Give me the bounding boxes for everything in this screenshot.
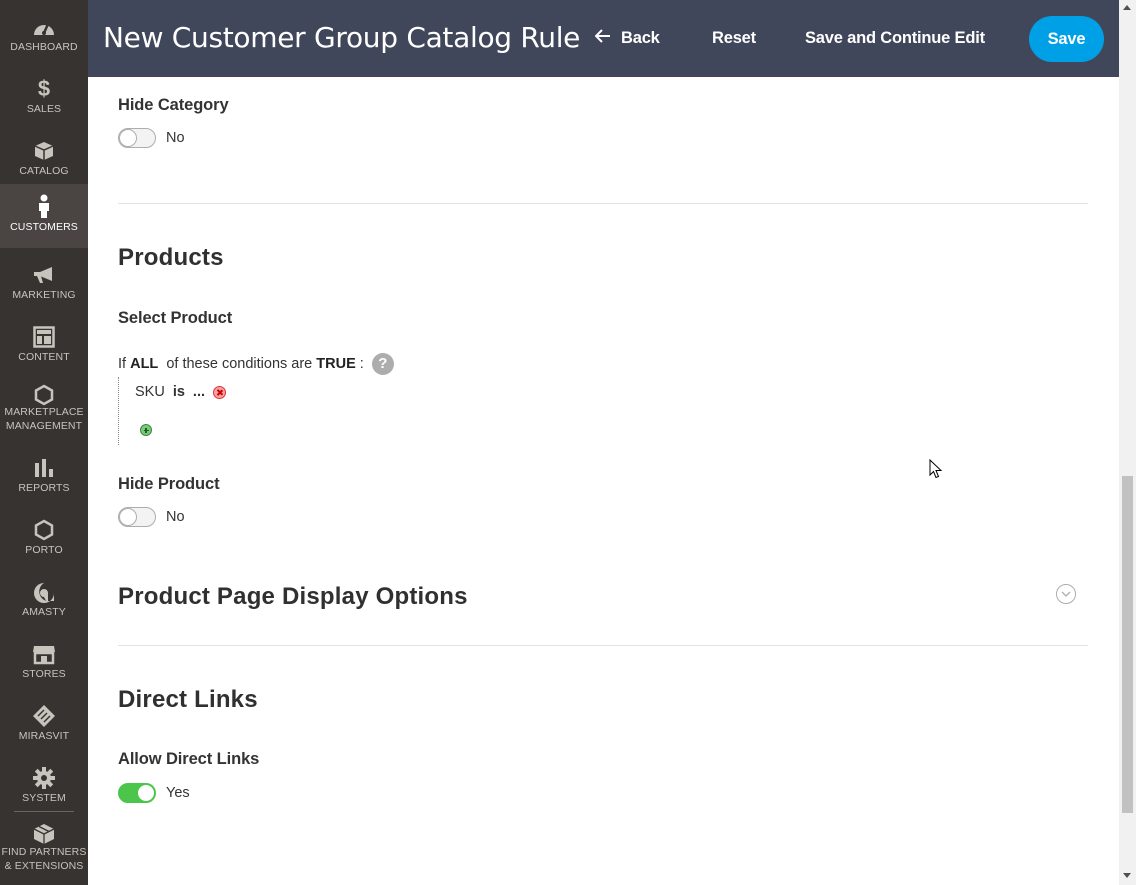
- save-and-continue-button[interactable]: Save and Continue Edit: [805, 26, 985, 50]
- allow-direct-links-field: Yes: [118, 783, 190, 803]
- allow-direct-links-toggle[interactable]: [118, 783, 156, 803]
- gear-icon: [0, 766, 88, 790]
- sidebar-item-find-partners[interactable]: FIND PARTNERS & EXTENSIONS: [0, 818, 88, 882]
- sidebar-item-label: FIND PARTNERS & EXTENSIONS: [1, 846, 87, 872]
- scroll-up-arrow-icon[interactable]: [1123, 5, 1131, 10]
- condition-value[interactable]: ...: [193, 382, 205, 402]
- sidebar-item-label: CATALOG: [19, 165, 69, 177]
- select-product-label: Select Product: [118, 309, 233, 327]
- hide-product-label: Hide Product: [118, 475, 220, 493]
- reset-button[interactable]: Reset: [712, 26, 756, 50]
- person-icon: [0, 194, 88, 218]
- allow-direct-links-label: Allow Direct Links: [118, 750, 260, 768]
- conditions-aggregator[interactable]: ALL: [130, 354, 158, 374]
- sidebar-item-label: DASHBOARD: [10, 41, 78, 53]
- megaphone-icon: [0, 263, 88, 287]
- page-title: New Customer Group Catalog Rule: [103, 21, 581, 54]
- condition-operator[interactable]: is: [173, 382, 185, 402]
- sidebar-divider: [14, 811, 74, 812]
- scroll-down-arrow-icon[interactable]: [1123, 873, 1131, 878]
- bar-chart-icon: [0, 456, 88, 480]
- dollar-icon: $: [37, 76, 51, 101]
- hide-product-field: No: [118, 507, 185, 527]
- sidebar-item-mirasvit[interactable]: MIRASVIT: [0, 695, 88, 757]
- hide-category-label: Hide Category: [118, 96, 229, 114]
- conditions-value[interactable]: TRUE: [316, 354, 355, 374]
- sidebar-item-customers[interactable]: CUSTOMERS: [0, 184, 88, 248]
- sidebar-item-label: CONTENT: [18, 351, 70, 363]
- sidebar-item-label: MARKETING: [12, 289, 76, 301]
- sidebar-item-marketplace-management[interactable]: MARKETPLACE MANAGEMENT: [0, 378, 88, 442]
- section-divider: [118, 645, 1088, 646]
- products-section-title: Products: [118, 244, 224, 271]
- mirasvit-logo-icon: [0, 704, 88, 728]
- back-button-label: Back: [621, 29, 660, 47]
- hexagon-icon: [0, 383, 88, 407]
- section-divider: [118, 203, 1088, 204]
- box-icon: [0, 139, 88, 163]
- hexagon-icon: [0, 518, 88, 542]
- sidebar-item-label: CUSTOMERS: [10, 221, 78, 233]
- sidebar-item-catalog[interactable]: CATALOG: [0, 130, 88, 192]
- condition-attribute: SKU: [135, 384, 165, 400]
- sidebar-item-amasty[interactable]: AMASTY: [0, 571, 88, 633]
- sidebar-item-label: MARKETPLACE MANAGEMENT: [4, 406, 84, 432]
- sidebar-item-porto[interactable]: PORTO: [0, 509, 88, 571]
- hide-product-toggle[interactable]: [118, 507, 156, 527]
- form-content: Hide Category No Products Select Product…: [88, 77, 1119, 885]
- sidebar-item-sales[interactable]: $ SALES: [0, 68, 88, 130]
- sidebar-item-content[interactable]: CONTENT: [0, 316, 88, 378]
- sidebar-item-label: STORES: [22, 668, 66, 680]
- sidebar-item-label: PORTO: [25, 544, 63, 556]
- sidebar-item-label: AMASTY: [22, 606, 66, 618]
- storefront-icon: [0, 642, 88, 666]
- save-button[interactable]: Save: [1029, 16, 1104, 62]
- help-icon[interactable]: ?: [371, 353, 394, 375]
- hide-category-toggle[interactable]: [118, 128, 156, 148]
- conditions-suffix: :: [359, 356, 364, 372]
- amasty-logo-icon: [0, 580, 88, 604]
- condition-rule: SKU is ...: [135, 382, 227, 402]
- sidebar-item-marketing[interactable]: MARKETING: [0, 254, 88, 316]
- allow-direct-links-value: Yes: [166, 785, 190, 801]
- hide-product-value: No: [166, 509, 185, 525]
- back-button[interactable]: Back: [594, 26, 660, 50]
- sidebar-item-dashboard[interactable]: DASHBOARD: [0, 6, 88, 68]
- sidebar-item-label: REPORTS: [18, 482, 70, 494]
- dashboard-icon: [0, 15, 88, 39]
- remove-condition-icon[interactable]: [213, 385, 227, 399]
- sidebar-item-label: SALES: [26, 103, 62, 115]
- hide-category-field: No: [118, 128, 185, 148]
- conditions-prefix: If: [118, 356, 127, 372]
- conditions-middle: of these conditions are: [166, 356, 313, 372]
- page-header: New Customer Group Catalog Rule Back Res…: [88, 0, 1119, 77]
- scroll-thumb[interactable]: [1122, 476, 1133, 813]
- page-scrollbar[interactable]: [1119, 0, 1136, 885]
- sidebar-item-label: MIRASVIT: [18, 730, 70, 742]
- layout-icon: [0, 325, 88, 349]
- hide-category-value: No: [166, 130, 185, 146]
- blocks-icon: [0, 822, 88, 846]
- mouse-cursor-icon: [929, 458, 943, 484]
- conditions-header: If ALL of these conditions are TRUE : ?: [118, 353, 394, 375]
- sidebar-item-system[interactable]: SYSTEM: [0, 757, 88, 819]
- chevron-down-icon[interactable]: [1056, 584, 1076, 604]
- add-condition-icon[interactable]: [140, 424, 152, 436]
- sidebar-item-label: SYSTEM: [22, 792, 66, 804]
- sidebar-item-reports[interactable]: REPORTS: [0, 447, 88, 509]
- admin-sidebar: DASHBOARD $ SALES CATALOG CUSTOMERS MARK…: [0, 0, 88, 885]
- product-page-display-options-title[interactable]: Product Page Display Options: [118, 582, 468, 612]
- sidebar-item-stores[interactable]: STORES: [0, 633, 88, 695]
- condition-tree: SKU is ...: [118, 377, 418, 445]
- arrow-left-icon: [594, 26, 611, 50]
- direct-links-section-title: Direct Links: [118, 686, 258, 713]
